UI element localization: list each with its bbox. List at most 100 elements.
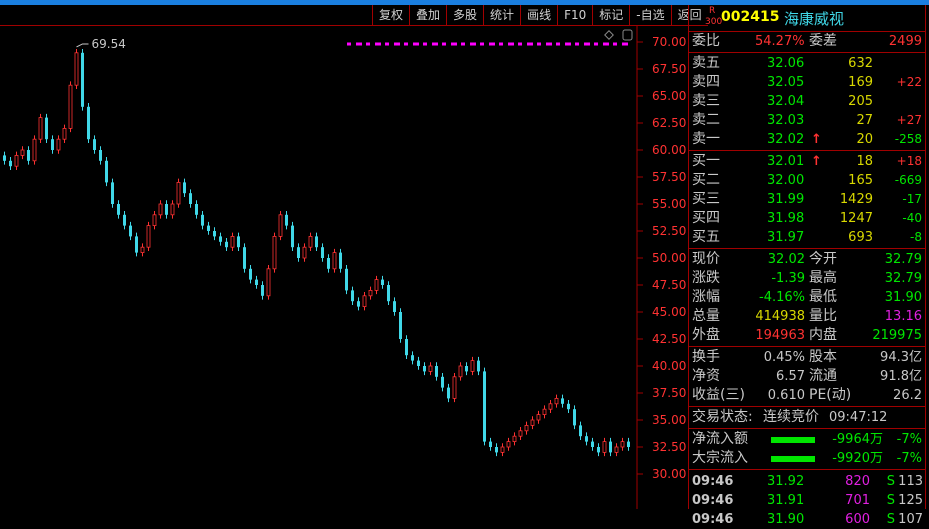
y-tick-label: 35.00 <box>652 413 686 427</box>
candle <box>32 138 37 162</box>
candle <box>308 235 313 248</box>
candle <box>170 203 175 216</box>
level-price: 32.01 <box>767 154 805 169</box>
candle <box>20 149 25 156</box>
buy-orders: 买一 32.01 18 +18 ↑ 买二 32.00 165 -669 买三 31.99 1429 -1… <box>689 151 925 249</box>
flow-row: 大宗流入 -9920万 -7% <box>689 449 925 468</box>
candle <box>542 408 547 416</box>
stat-value: 32.79 <box>884 271 922 286</box>
quote-row: 外盘 194963 内盘 219975 <box>689 326 925 345</box>
tick-list[interactable]: 09:46 31.92 820 S 113 09:46 31.91 701 S 125 09:46 3… <box>689 470 925 529</box>
level-volume: 169 <box>848 75 873 90</box>
candle <box>62 128 67 140</box>
level-label: 买二 <box>692 172 720 188</box>
stat-label: 最低 <box>809 289 837 305</box>
level-volume: 27 <box>856 113 873 128</box>
level-price: 32.02 <box>767 132 805 147</box>
candle <box>213 231 216 237</box>
candle <box>357 301 360 307</box>
candle <box>332 252 337 270</box>
candle <box>74 52 79 86</box>
fundamentals: 换手 0.45% 股本 94.3亿 净资 6.57 流通 91.8亿 收益(三) 0.610 PE(… <box>689 347 925 407</box>
buy-level-row[interactable]: 买二 32.00 165 -669 <box>689 171 925 190</box>
panel-toggle-icon[interactable] <box>622 29 633 41</box>
candle <box>135 236 138 253</box>
level-label: 买一 <box>692 153 720 169</box>
candle <box>111 182 114 204</box>
level-volume: 165 <box>848 173 873 188</box>
stock-name[interactable]: 海康威视 <box>784 8 844 29</box>
level-change: -40 <box>902 211 922 225</box>
sell-level-row[interactable]: 卖三 32.04 205 <box>689 92 925 111</box>
stat-label: 现价 <box>692 251 720 267</box>
tick-row[interactable]: 09:46 31.90 600 S 107 <box>689 510 925 529</box>
candle <box>225 241 228 248</box>
candle <box>399 312 402 339</box>
candle <box>291 225 294 248</box>
candle <box>165 204 168 215</box>
y-tick-label: 55.00 <box>652 197 686 211</box>
flow-label: 大宗流入 <box>692 450 748 466</box>
kline-chart[interactable]: 70.00 67.50 65.00 62.50 60.00 57.50 55.00 52.50… <box>0 26 688 509</box>
quote-row: 总量 414938 量比 13.16 <box>689 307 925 326</box>
toolbar-button-1[interactable]: 叠加 <box>409 5 446 25</box>
buy-level-row[interactable]: 买三 31.99 1429 -17 <box>689 190 925 209</box>
toolbar-button-6[interactable]: 标记 <box>592 5 629 25</box>
buy-level-row[interactable]: 买五 31.97 693 -8 <box>689 228 925 247</box>
candle <box>14 154 19 167</box>
candle <box>201 214 204 226</box>
sell-level-row[interactable]: 卖一 32.02 20 -258 ↑ <box>689 130 925 149</box>
candle <box>3 155 6 161</box>
level-change: +27 <box>896 113 922 127</box>
weibi-row: 委比 54.27% 委差 2499 <box>689 32 925 53</box>
candle <box>470 360 475 372</box>
level-price: 32.00 <box>767 173 805 188</box>
candle <box>117 204 120 215</box>
stat-value: 194963 <box>755 328 805 343</box>
candle <box>99 150 102 161</box>
buy-level-row[interactable]: 买四 31.98 1247 -40 <box>689 209 925 228</box>
tick-row[interactable]: 09:46 31.92 820 S 113 <box>689 472 925 491</box>
tick-volume: 600 <box>845 512 870 527</box>
candle <box>465 366 468 372</box>
flow-bar <box>771 437 815 443</box>
toolbar-button-7[interactable]: -自选 <box>629 5 670 25</box>
toolbar-button-3[interactable]: 统计 <box>483 5 520 25</box>
tick-count: 113 <box>898 474 923 489</box>
buy-level-row[interactable]: 买一 32.01 18 +18 ↑ <box>689 152 925 171</box>
level-price: 31.98 <box>767 211 805 226</box>
sell-level-row[interactable]: 卖五 32.06 632 <box>689 54 925 73</box>
level-change: -17 <box>902 192 922 206</box>
level-volume: 693 <box>848 230 873 245</box>
candle <box>561 398 564 404</box>
tick-row[interactable]: 09:46 31.91 701 S 125 <box>689 491 925 510</box>
status-label: 交易状态: <box>692 409 753 425</box>
diamond-icon[interactable] <box>604 30 614 40</box>
level-price: 32.03 <box>767 113 805 128</box>
candle <box>506 441 511 448</box>
y-tick-label: 45.00 <box>652 305 686 319</box>
candle <box>105 160 108 183</box>
fund-label: 收益(三) <box>692 387 745 403</box>
y-tick-label: 57.50 <box>652 170 686 184</box>
chart-toolbar: 复权 叠加 多股 统计 画线 F10 标记 -自选 返回 <box>372 5 708 26</box>
sell-level-row[interactable]: 卖四 32.05 169 +22 <box>689 73 925 92</box>
level-price: 32.05 <box>767 75 805 90</box>
badge-r: R <box>709 6 716 16</box>
weibi-label: 委比 <box>692 33 720 49</box>
candle <box>27 150 30 161</box>
candle <box>183 182 186 194</box>
candle <box>405 339 408 356</box>
status-value: 连续竞价 <box>763 409 819 425</box>
tick-price: 31.90 <box>767 512 805 527</box>
candle <box>483 371 486 442</box>
tick-time: 09:46 <box>692 493 734 508</box>
sell-orders: 卖五 32.06 632 卖四 32.05 169 +22 卖三 32.04 205 卖二 32.03… <box>689 53 925 151</box>
toolbar-button-0[interactable]: 复权 <box>372 5 409 25</box>
toolbar-button-5[interactable]: F10 <box>557 5 592 25</box>
sell-level-row[interactable]: 卖二 32.03 27 +27 <box>689 111 925 130</box>
flow-label: 净流入额 <box>692 431 748 447</box>
candle <box>219 236 222 242</box>
toolbar-button-2[interactable]: 多股 <box>446 5 483 25</box>
toolbar-button-4[interactable]: 画线 <box>520 5 557 25</box>
